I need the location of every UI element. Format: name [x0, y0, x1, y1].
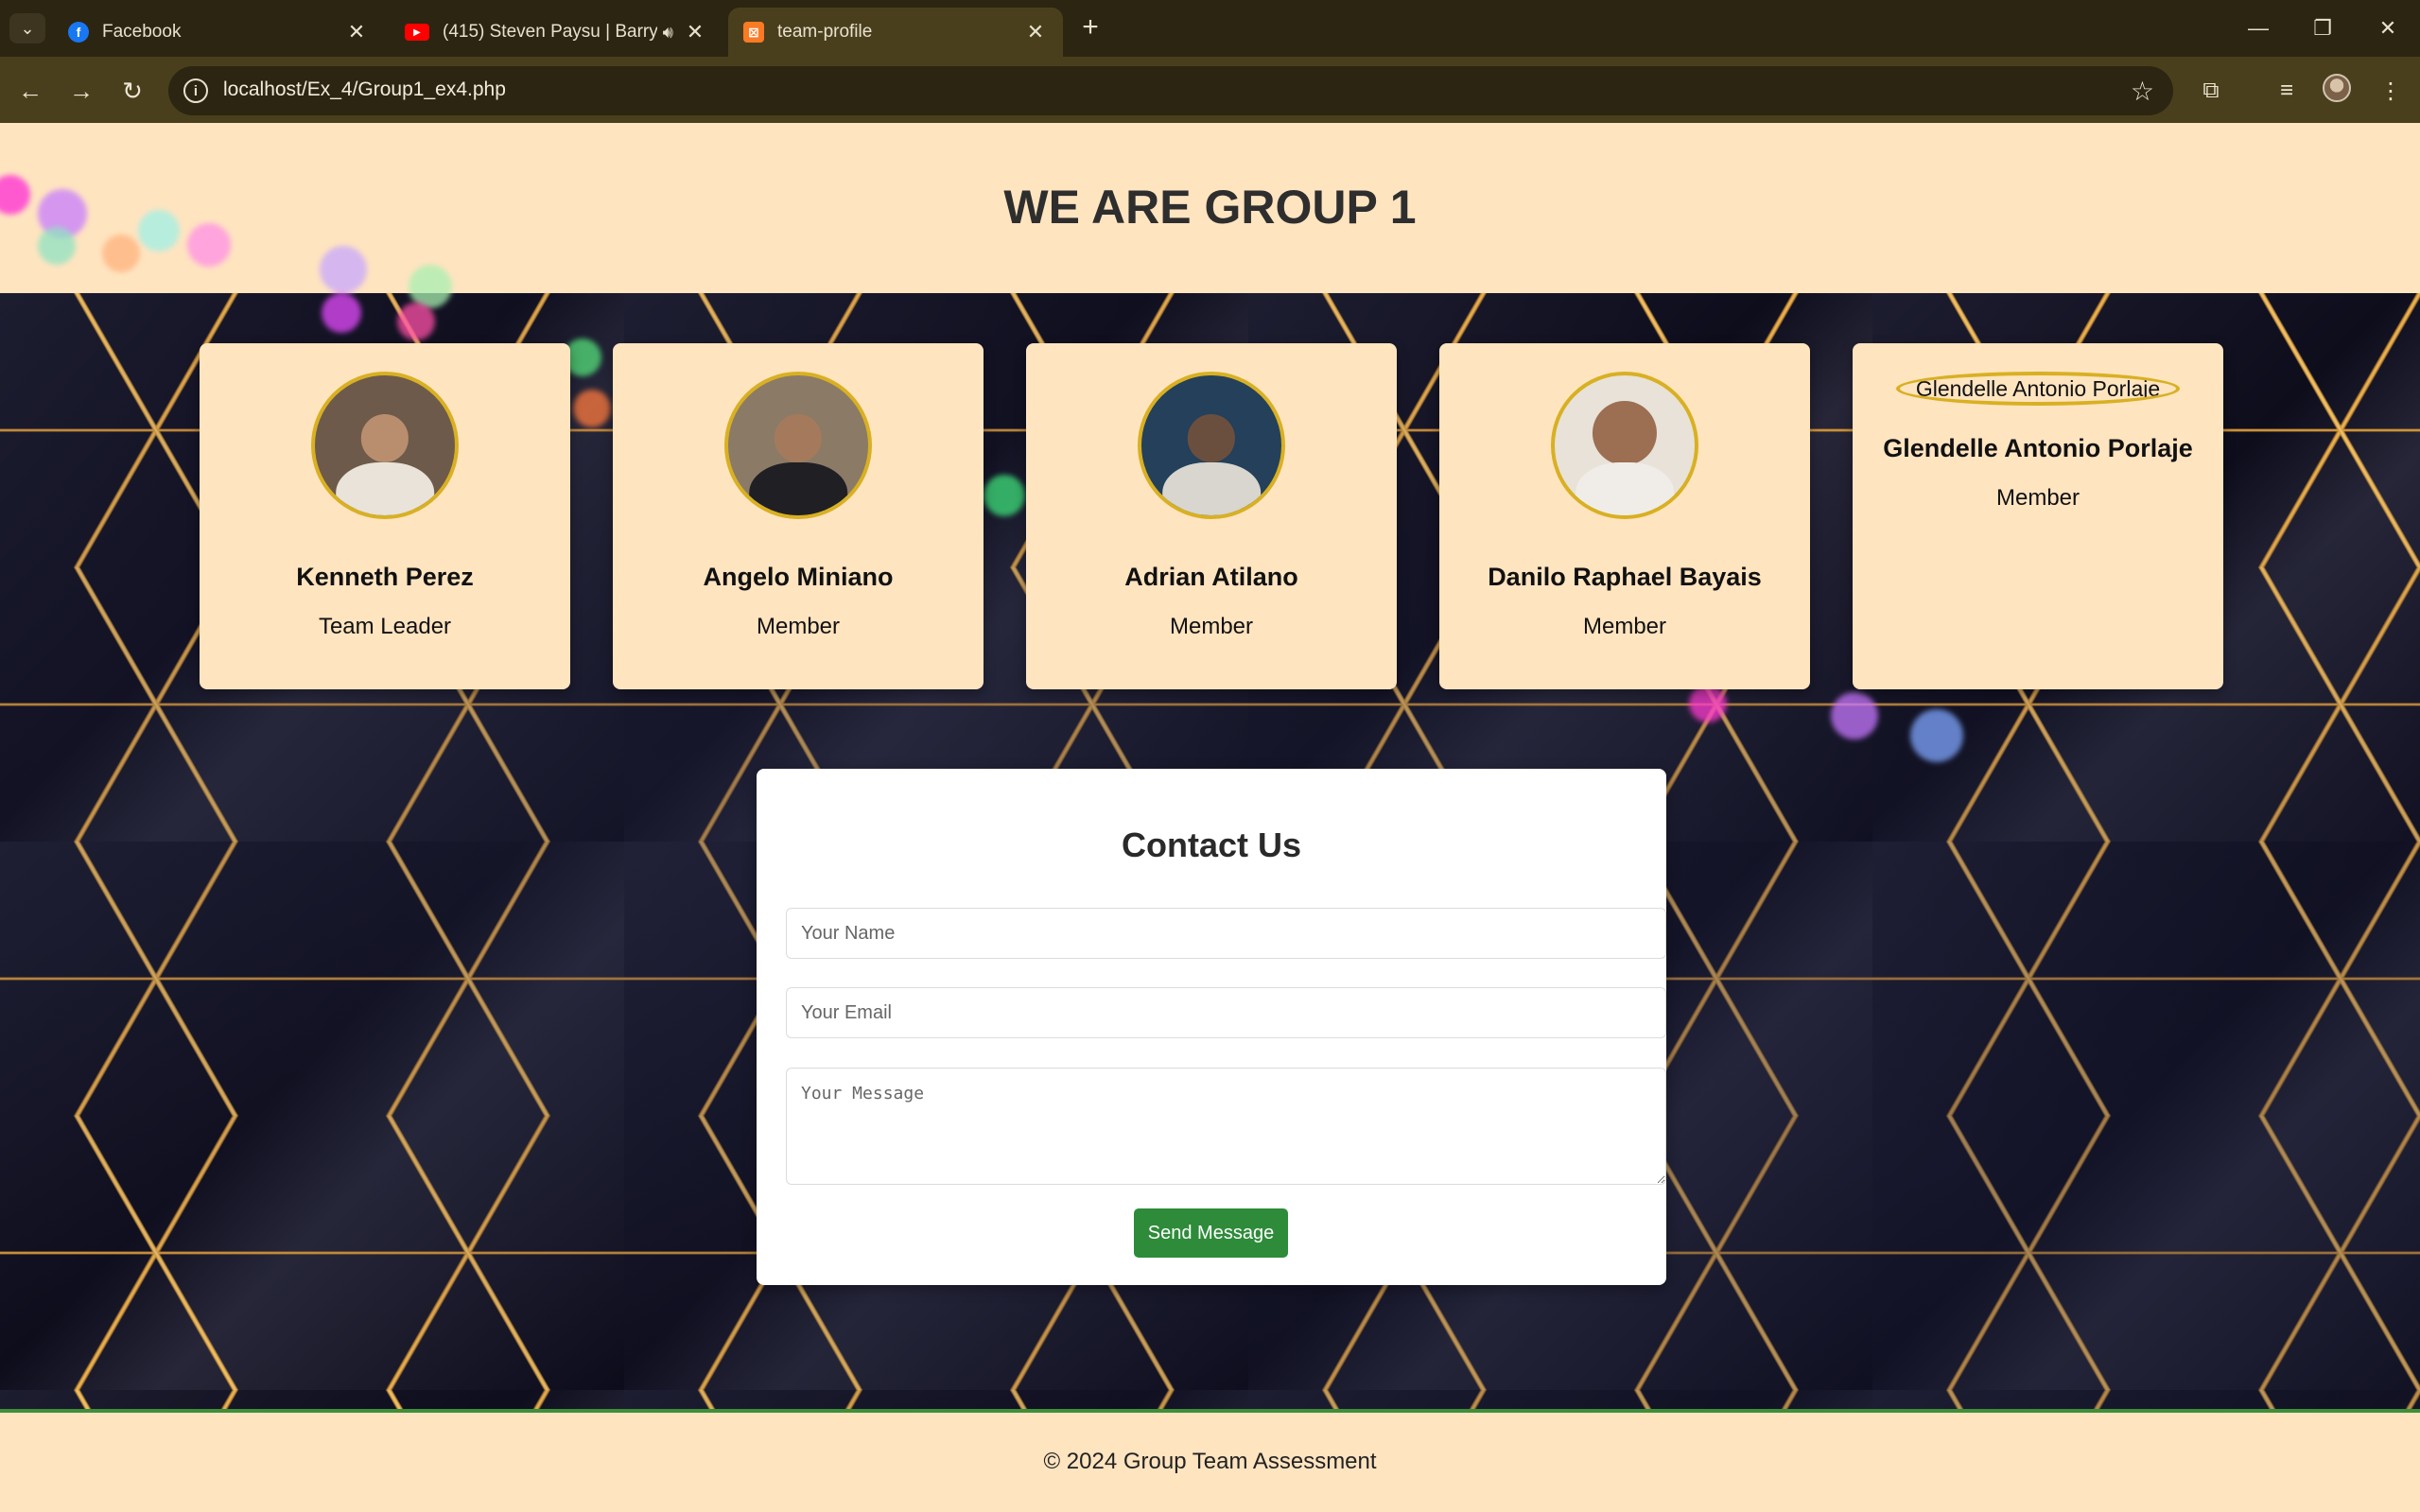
member-photo: [1551, 372, 1698, 519]
reload-icon[interactable]: ↻: [113, 72, 151, 110]
bubble-decoration: [1831, 692, 1878, 739]
contact-form: Contact Us Send Message: [757, 769, 1666, 1285]
email-input[interactable]: [786, 987, 1666, 1038]
url-text[interactable]: localhost/Ex_4/Group1_ex4.php: [223, 78, 506, 101]
member-card: Kenneth Perez Team Leader: [200, 343, 570, 689]
web-page: WE ARE GROUP 1 Kenneth Perez Team Leader: [0, 123, 2420, 1512]
tab-facebook[interactable]: f Facebook ✕: [53, 8, 384, 57]
member-card: Glendelle Antonio Porlaje Glendelle Anto…: [1853, 343, 2223, 689]
back-arrow-icon[interactable]: ←: [11, 72, 49, 110]
member-photo: [1138, 372, 1285, 519]
site-info-icon[interactable]: i: [183, 78, 208, 103]
media-controls-icon[interactable]: ≡: [2268, 72, 2306, 110]
close-window-icon[interactable]: ✕: [2367, 9, 2409, 47]
member-role: Team Leader: [318, 614, 452, 639]
member-photo: [724, 372, 872, 519]
bubble-decoration: [1689, 685, 1727, 722]
bubble-decoration: [138, 210, 180, 252]
member-role: Member: [1995, 485, 2081, 511]
member-name: Adrian Atilano: [1124, 563, 1298, 591]
member-role: Member: [1582, 614, 1667, 639]
send-message-button[interactable]: Send Message: [1134, 1208, 1288, 1258]
bubble-decoration: [102, 235, 140, 272]
extensions-icon[interactable]: ⧉: [2192, 72, 2230, 110]
new-tab-button[interactable]: +: [1074, 11, 1106, 43]
bubble-decoration: [38, 227, 76, 265]
close-tab-icon[interactable]: ✕: [683, 20, 707, 44]
bubble-decoration: [187, 223, 231, 267]
member-photo: [311, 372, 459, 519]
member-name: Angelo Miniano: [703, 563, 894, 591]
browser-toolbar: ← → ↻ i localhost/Ex_4/Group1_ex4.php ☆ …: [0, 57, 2420, 123]
speaker-icon[interactable]: 🔊︎: [663, 23, 673, 43]
xampp-icon: ⊠: [743, 22, 764, 43]
member-card: Adrian Atilano Member: [1026, 343, 1397, 689]
member-card: Danilo Raphael Bayais Member: [1439, 343, 1810, 689]
tab-team-profile[interactable]: ⊠ team-profile ✕: [728, 8, 1063, 57]
message-textarea[interactable]: [786, 1068, 1666, 1185]
forward-arrow-icon[interactable]: →: [62, 72, 100, 110]
close-tab-icon[interactable]: ✕: [1023, 20, 1048, 44]
name-input[interactable]: [786, 908, 1666, 959]
contact-title: Contact Us: [1121, 826, 1302, 864]
tab-strip: ⌄ f Facebook ✕ ▶ (415) Steven Paysu | Ba…: [0, 0, 2420, 57]
bubble-decoration: [1910, 709, 1963, 762]
member-card: Angelo Miniano Member: [613, 343, 984, 689]
facebook-icon: f: [68, 22, 89, 43]
member-role: Member: [1169, 614, 1254, 639]
tab-youtube[interactable]: ▶ (415) Steven Paysu | Barry M 🔊︎ ✕: [390, 8, 723, 57]
broken-image-alt: Glendelle Antonio Porlaje: [1896, 372, 2180, 406]
team-cards: Kenneth Perez Team Leader Angelo Miniano…: [200, 343, 2223, 689]
footer-text: © 2024 Group Team Assessment: [1043, 1449, 1377, 1474]
close-tab-icon[interactable]: ✕: [344, 20, 369, 44]
restore-icon[interactable]: ❐: [2302, 9, 2343, 47]
bubble-decoration: [397, 303, 435, 340]
page-footer: © 2024 Group Team Assessment: [0, 1409, 2420, 1512]
youtube-icon: ▶: [405, 24, 429, 41]
address-bar[interactable]: i localhost/Ex_4/Group1_ex4.php ☆: [168, 66, 2173, 115]
menu-dots-icon[interactable]: ⋮: [2372, 72, 2410, 110]
tab-search-chevron-icon[interactable]: ⌄: [9, 13, 45, 43]
bookmark-star-icon[interactable]: ☆: [2131, 76, 2154, 107]
member-name: Danilo Raphael Bayais: [1488, 563, 1762, 591]
member-name: Glendelle Antonio Porlaje: [1883, 434, 2193, 462]
member-name: Kenneth Perez: [296, 563, 474, 591]
bubble-decoration: [322, 293, 361, 333]
profile-avatar[interactable]: [2323, 74, 2351, 102]
member-role: Member: [756, 614, 841, 639]
bubble-decoration: [320, 246, 367, 293]
page-title: WE ARE GROUP 1: [1003, 181, 1417, 234]
minimize-icon[interactable]: —: [2237, 9, 2279, 47]
